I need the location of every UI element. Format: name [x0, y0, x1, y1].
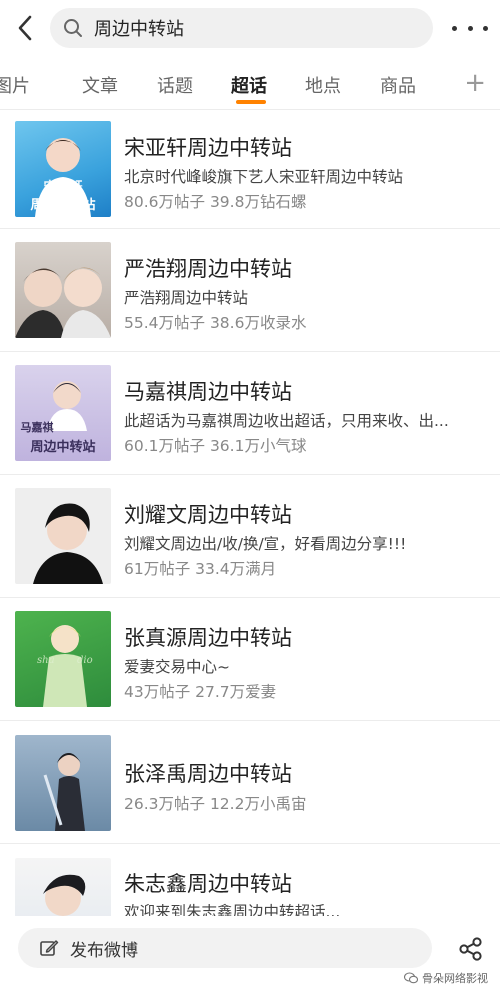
tab-super-topics[interactable]: 超话: [231, 72, 267, 98]
tab-places[interactable]: 地点: [305, 72, 341, 98]
topic-title: 马嘉祺周边中转站: [124, 380, 292, 404]
active-tab-indicator: [236, 100, 266, 104]
share-icon: [459, 937, 482, 961]
list-item[interactable]: 刘耀文周边中转站 刘耀文周边出/收/换/宣，好看周边分享!!! 61万帖子 33…: [0, 475, 500, 598]
list-item[interactable]: 宋亚轩 周边中转站 宋亚轩周边中转站 北京时代峰峻旗下艺人宋亚轩周边中转站 80…: [0, 110, 500, 229]
svg-text:马嘉祺: 马嘉祺: [21, 420, 54, 434]
search-icon: [62, 17, 84, 39]
compose-post-button[interactable]: 发布微博: [18, 928, 432, 968]
topic-avatar: 马嘉祺 周边中转站: [15, 365, 111, 461]
list-item[interactable]: 马嘉祺 周边中转站 马嘉祺周边中转站 此超话为马嘉祺周边收出超话，只用来收、出.…: [0, 352, 500, 475]
wechat-icon: [404, 972, 418, 984]
topic-title: 宋亚轩周边中转站: [124, 136, 292, 160]
topic-description: 严浩翔周边中转站: [124, 289, 249, 307]
topic-stats: 55.4万帖子 38.6万收录水: [124, 314, 307, 332]
topic-stats: 61万帖子 33.4万满月: [124, 560, 277, 578]
back-button[interactable]: [10, 12, 40, 44]
watermark-text: 骨朵网络影视: [422, 972, 488, 985]
topic-description: 欢迎来到朱志鑫周边中转超话...: [124, 903, 341, 916]
topic-title: 朱志鑫周边中转站: [124, 872, 292, 896]
topic-description: 北京时代峰峻旗下艺人宋亚轩周边中转站: [124, 168, 404, 186]
watermark: 骨朵网络影视: [404, 970, 488, 986]
search-query: 周边中转站: [94, 19, 184, 40]
result-list: 宋亚轩 周边中转站 宋亚轩周边中转站 北京时代峰峻旗下艺人宋亚轩周边中转站 80…: [0, 110, 500, 916]
topic-title: 严浩翔周边中转站: [124, 257, 292, 281]
tab-images[interactable]: 图片: [0, 72, 30, 98]
share-button[interactable]: [458, 936, 484, 962]
topic-title: 张真源周边中转站: [124, 626, 292, 650]
tab-products[interactable]: 商品: [380, 72, 416, 98]
topic-avatar: 宋亚轩 周边中转站: [15, 121, 111, 217]
list-item[interactable]: 张泽禹周边中转站 26.3万帖子 12.2万小禹宙: [0, 721, 500, 844]
svg-text:宋亚轩: 宋亚轩: [42, 179, 82, 195]
topic-description: 刘耀文周边出/收/换/宣，好看周边分享!!!: [124, 535, 407, 553]
chevron-left-icon: [18, 15, 32, 41]
top-bar: 周边中转站: [0, 0, 500, 58]
topic-stats: 60.1万帖子 36.1万小气球: [124, 437, 307, 455]
topic-description: 爱妻交易中心~: [124, 658, 230, 676]
compose-label: 发布微博: [70, 940, 138, 961]
search-input[interactable]: 周边中转站: [50, 8, 433, 48]
category-tabs: 图片 文章 话题 超话 地点 商品 +: [0, 60, 500, 110]
svg-text:dio: dio: [77, 655, 93, 666]
topic-stats: 80.6万帖子 39.8万钻石螺: [124, 193, 307, 211]
svg-text:sha: sha: [37, 655, 55, 666]
topic-title: 张泽禹周边中转站: [124, 762, 292, 786]
topic-avatar: [15, 858, 111, 916]
more-icon-dot: [467, 25, 473, 31]
bottom-bar: 发布微博 骨朵网络影视: [0, 918, 500, 994]
svg-text:周边中转站: 周边中转站: [30, 439, 95, 455]
topic-avatar: [15, 735, 111, 831]
topic-title: 刘耀文周边中转站: [124, 503, 292, 527]
topic-avatar: [15, 488, 111, 584]
edit-icon: [38, 937, 60, 959]
tab-articles[interactable]: 文章: [82, 72, 118, 98]
tab-topics[interactable]: 话题: [157, 72, 193, 98]
topic-stats: 43万帖子 27.7万爱妻: [124, 683, 277, 701]
topic-stats: 26.3万帖子 12.2万小禹宙: [124, 795, 307, 813]
topic-avatar: sha dio: [15, 611, 111, 707]
list-item[interactable]: sha dio 张真源周边中转站 爱妻交易中心~ 43万帖子 27.7万爱妻: [0, 598, 500, 721]
topic-avatar: [15, 242, 111, 338]
svg-text:周边中转站: 周边中转站: [30, 197, 95, 213]
list-item[interactable]: 严浩翔周边中转站 严浩翔周边中转站 55.4万帖子 38.6万收录水: [0, 229, 500, 352]
topic-description: 此超话为马嘉祺周边收出超话，只用来收、出...: [124, 412, 449, 430]
add-tab-icon[interactable]: +: [464, 70, 486, 96]
more-icon: [452, 25, 457, 31]
more-options-button[interactable]: [452, 14, 488, 42]
more-icon-dot: [483, 25, 488, 31]
list-item[interactable]: 朱志鑫周边中转站 欢迎来到朱志鑫周边中转超话...: [0, 844, 500, 916]
